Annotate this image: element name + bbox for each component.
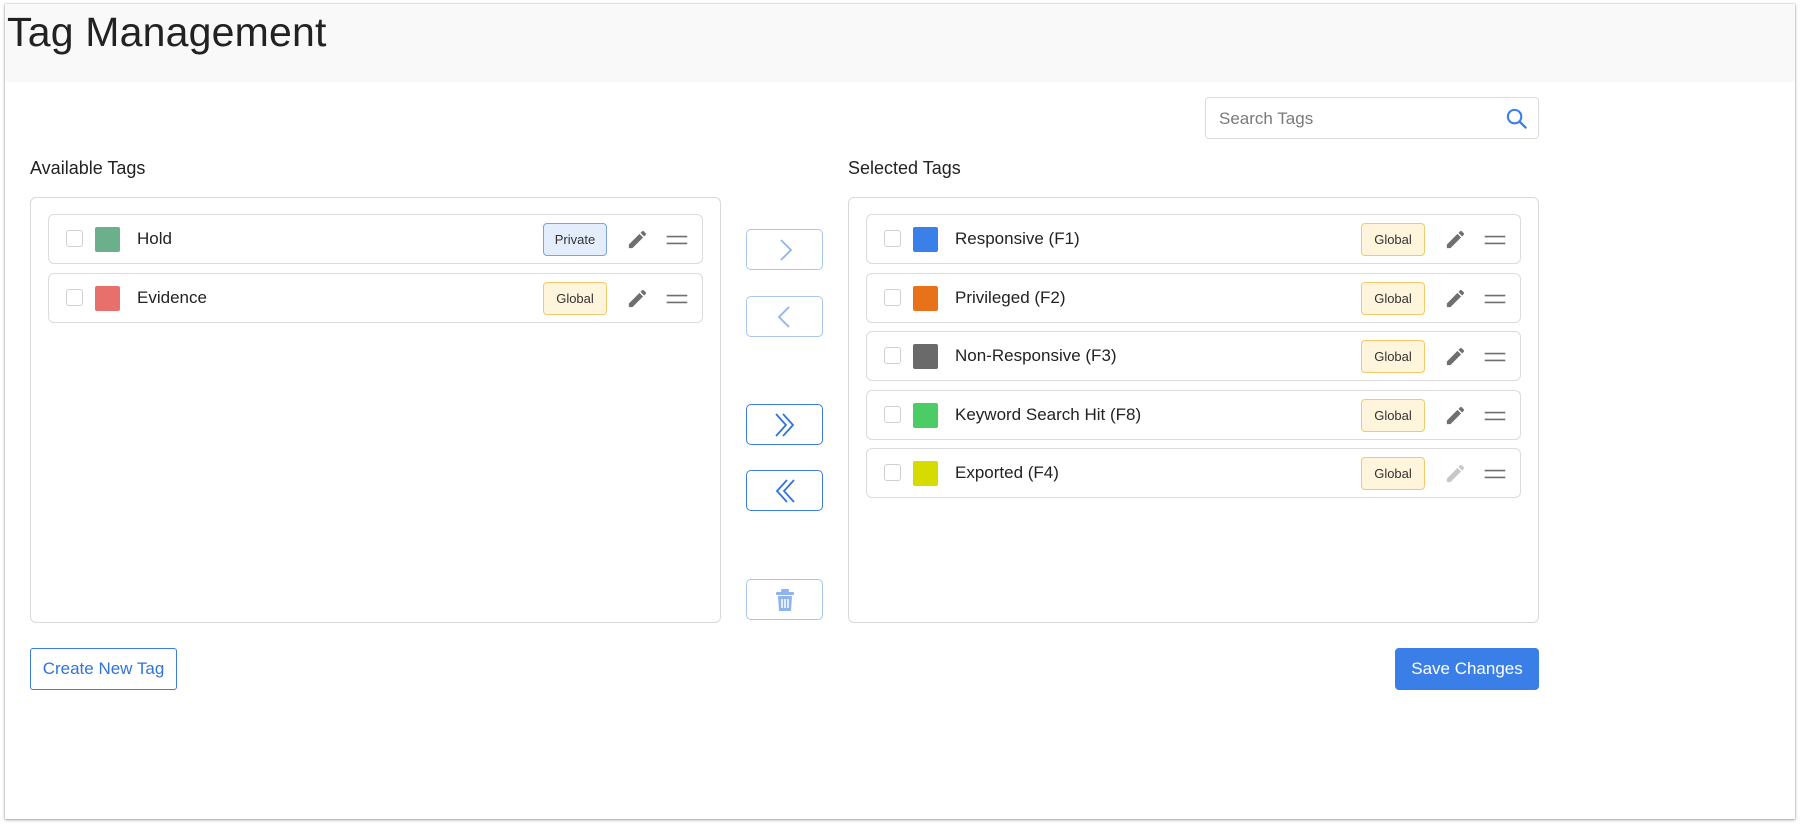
double-chevron-left-icon xyxy=(775,479,795,503)
tag-color-swatch xyxy=(95,285,120,311)
tag-row[interactable]: Keyword Search Hit (F8) Global xyxy=(866,389,1521,440)
tag-name: Responsive (F1) xyxy=(955,229,1080,248)
tag-checkbox[interactable] xyxy=(884,230,901,247)
title-bar: Tag Management xyxy=(5,4,1795,82)
tag-color-swatch xyxy=(913,285,938,311)
delete-tag-button[interactable] xyxy=(746,579,823,620)
tag-checkbox[interactable] xyxy=(66,288,83,306)
chevron-left-icon xyxy=(777,306,790,328)
search-input[interactable] xyxy=(1207,99,1487,139)
save-changes-button[interactable]: Save Changes xyxy=(1395,648,1539,690)
tag-checkbox[interactable] xyxy=(66,230,83,247)
tag-checkbox[interactable] xyxy=(884,288,901,306)
tag-name: Exported (F4) xyxy=(955,463,1059,482)
tag-color-swatch xyxy=(913,344,938,369)
move-all-right-button[interactable] xyxy=(746,404,823,445)
tag-color-swatch xyxy=(913,227,938,252)
pencil-icon[interactable] xyxy=(1444,287,1467,310)
pencil-icon[interactable] xyxy=(1444,228,1467,251)
scope-badge: Private xyxy=(543,223,607,256)
trash-icon xyxy=(776,589,794,611)
move-left-button[interactable] xyxy=(746,296,823,337)
scope-badge: Global xyxy=(1361,281,1425,315)
scope-badge: Global xyxy=(1361,223,1425,256)
tag-name: Keyword Search Hit (F8) xyxy=(955,404,1142,424)
tag-color-swatch xyxy=(913,461,938,486)
selected-tags-panel: Responsive (F1) Global Privileged (F2) Glob… xyxy=(848,197,1539,623)
tag-row[interactable]: Non-Responsive (F3) Global xyxy=(866,331,1521,381)
pencil-icon[interactable] xyxy=(626,228,649,251)
drag-handle-icon[interactable] xyxy=(1483,348,1507,366)
pencil-icon[interactable] xyxy=(1444,345,1467,368)
selected-tags-heading: Selected Tags xyxy=(848,158,961,178)
chevron-right-icon xyxy=(780,239,793,261)
drag-handle-icon[interactable] xyxy=(665,231,689,249)
available-tags-heading: Available Tags xyxy=(30,158,146,178)
tag-name: Privileged (F2) xyxy=(955,287,1066,307)
drag-handle-icon[interactable] xyxy=(665,290,689,308)
tag-row[interactable]: Evidence Global xyxy=(48,272,703,323)
available-tags-panel: Hold Private Evidence Global xyxy=(30,197,721,623)
tag-name: Non-Responsive (F3) xyxy=(955,346,1117,365)
create-new-tag-button[interactable]: Create New Tag xyxy=(30,648,177,690)
tag-name: Evidence xyxy=(137,287,207,307)
tag-color-swatch xyxy=(95,227,120,252)
tag-color-swatch xyxy=(913,402,938,428)
search-box xyxy=(1205,97,1539,139)
tag-row[interactable]: Exported (F4) Global xyxy=(866,448,1521,498)
scope-badge: Global xyxy=(1361,340,1425,373)
tag-checkbox[interactable] xyxy=(884,464,901,481)
pencil-icon xyxy=(1444,462,1467,485)
scope-badge: Global xyxy=(543,281,607,315)
search-icon[interactable] xyxy=(1505,107,1528,130)
scope-badge: Global xyxy=(1361,457,1425,490)
tag-checkbox[interactable] xyxy=(884,347,901,364)
tag-row[interactable]: Responsive (F1) Global xyxy=(866,214,1521,264)
page-title: Tag Management xyxy=(7,9,327,55)
move-all-left-button[interactable] xyxy=(746,470,823,511)
tag-name: Hold xyxy=(137,229,172,248)
scope-badge: Global xyxy=(1361,398,1425,432)
tag-checkbox[interactable] xyxy=(884,405,901,423)
tag-row[interactable]: Hold Private xyxy=(48,214,703,264)
pencil-icon[interactable] xyxy=(626,287,649,310)
double-chevron-right-icon xyxy=(775,413,795,437)
pencil-icon[interactable] xyxy=(1444,404,1467,427)
drag-handle-icon[interactable] xyxy=(1483,290,1507,308)
move-right-button[interactable] xyxy=(746,229,823,270)
tag-row[interactable]: Privileged (F2) Global xyxy=(866,272,1521,323)
drag-handle-icon[interactable] xyxy=(1483,465,1507,483)
drag-handle-icon[interactable] xyxy=(1483,407,1507,425)
tag-management-window: Tag Management Available Tags Selected T… xyxy=(5,4,1795,819)
drag-handle-icon[interactable] xyxy=(1483,231,1507,249)
